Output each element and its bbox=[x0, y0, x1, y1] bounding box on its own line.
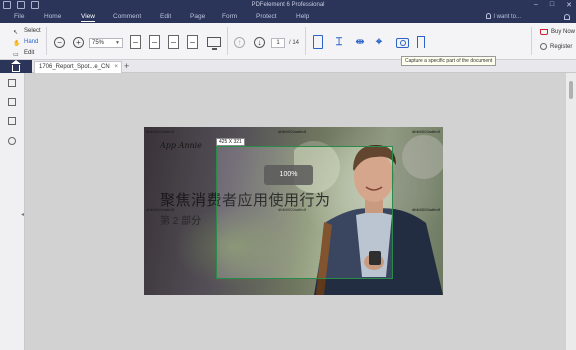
window-controls: – □ ✕ bbox=[534, 1, 572, 9]
select-mode-button[interactable]: ↖ Select bbox=[13, 26, 41, 37]
thumbnails-icon[interactable] bbox=[8, 79, 16, 87]
menu-edit[interactable]: Edit bbox=[160, 13, 171, 20]
page-number-input[interactable]: 1 bbox=[271, 38, 285, 48]
next-page-icon[interactable]: ↓ bbox=[254, 37, 265, 48]
menu-bar: File Home View Comment Edit Page Form Pr… bbox=[0, 12, 576, 23]
capture-dim-left bbox=[144, 127, 216, 295]
edit-mode-button[interactable]: ▭ Edit bbox=[13, 48, 41, 59]
lightbulb-icon bbox=[486, 13, 492, 19]
menu-page[interactable]: Page bbox=[190, 13, 205, 20]
close-icon[interactable]: ✕ bbox=[566, 1, 572, 9]
menu-form[interactable]: Form bbox=[222, 13, 237, 20]
capture-dim-right bbox=[393, 127, 443, 295]
toolbar-separator bbox=[305, 27, 306, 55]
hand-mode-button[interactable]: ✋ Hand bbox=[13, 37, 41, 48]
vertical-scrollbar[interactable] bbox=[566, 73, 576, 350]
snapshot-tooltip: Capture a specific part of the document bbox=[401, 56, 497, 66]
toolbar-separator bbox=[531, 27, 532, 55]
toolbar-separator bbox=[46, 27, 47, 55]
snapshot-camera-icon[interactable] bbox=[396, 38, 409, 48]
buy-now-button[interactable]: Buy Now bbox=[540, 29, 575, 35]
previous-page-icon[interactable]: ↑ bbox=[234, 37, 245, 48]
home-tab[interactable] bbox=[0, 59, 32, 73]
actual-size-icon[interactable] bbox=[130, 35, 141, 49]
menu-comment[interactable]: Comment bbox=[113, 13, 141, 20]
collapse-sidebar-icon[interactable]: ◂ bbox=[21, 211, 24, 218]
toolbar-separator bbox=[227, 27, 228, 55]
bookmarks-icon[interactable] bbox=[8, 98, 16, 106]
close-tab-icon[interactable]: × bbox=[114, 62, 118, 73]
window-title: PDFelement 6 Professional bbox=[251, 2, 325, 8]
cart-icon bbox=[540, 29, 548, 35]
menu-protect[interactable]: Protect bbox=[256, 13, 277, 20]
i-want-to-label: I want to... bbox=[493, 14, 521, 20]
capture-size-label: 425 X 321 bbox=[216, 138, 245, 146]
left-sidebar: ◂ bbox=[0, 73, 25, 350]
notification-icon[interactable] bbox=[564, 14, 570, 20]
mode-group: ↖ Select ✋ Hand ▭ Edit bbox=[13, 26, 41, 59]
fit-page-icon[interactable] bbox=[149, 35, 160, 49]
select-label: Select bbox=[24, 28, 41, 34]
i-want-to-search[interactable]: I want to... bbox=[486, 13, 521, 20]
zoom-value: 75% bbox=[92, 40, 105, 46]
user-icon bbox=[540, 43, 547, 50]
zoom-level-badge: 100% bbox=[264, 165, 313, 185]
page-total: / 14 bbox=[289, 40, 300, 46]
full-screen-icon[interactable] bbox=[207, 37, 221, 50]
maximize-icon[interactable]: □ bbox=[550, 1, 554, 9]
view-toolbar: ↖ Select ✋ Hand ▭ Edit − + 75% ▼ ↑ ↓ 1 / 14 … bbox=[0, 23, 576, 60]
document-tab[interactable]: 1706_Report_Spot...e_CN × bbox=[34, 61, 122, 73]
hand-label: Hand bbox=[24, 39, 39, 45]
menu-home[interactable]: Home bbox=[44, 13, 61, 20]
two-page-icon[interactable]: ⌶ bbox=[333, 36, 345, 48]
bookmark-icon[interactable] bbox=[417, 36, 425, 48]
menu-view[interactable]: View bbox=[81, 13, 95, 22]
edit-label: Edit bbox=[24, 50, 35, 56]
minimize-icon[interactable]: – bbox=[534, 1, 538, 9]
capture-dim-bottom bbox=[216, 279, 393, 295]
zoom-in-icon[interactable]: + bbox=[73, 37, 84, 48]
page-divider-icon[interactable]: ⌖ bbox=[373, 36, 385, 48]
add-tab-icon[interactable]: + bbox=[124, 61, 129, 72]
edit-icon: ▭ bbox=[13, 51, 19, 58]
comments-icon[interactable] bbox=[8, 117, 16, 125]
buy-now-label: Buy Now bbox=[551, 29, 576, 35]
scrollbar-thumb[interactable] bbox=[569, 81, 573, 99]
register-button[interactable]: Register bbox=[540, 43, 572, 50]
fit-visible-icon[interactable] bbox=[187, 35, 198, 49]
hand-icon: ✋ bbox=[13, 40, 21, 47]
fit-width-icon[interactable] bbox=[168, 35, 179, 49]
title-bar: PDFelement 6 Professional – □ ✕ bbox=[0, 0, 576, 12]
document-tab-label: 1706_Report_Spot...e_CN bbox=[39, 64, 110, 70]
single-page-icon[interactable] bbox=[313, 35, 323, 49]
cursor-icon: ↖ bbox=[13, 29, 19, 36]
menu-help[interactable]: Help bbox=[296, 13, 309, 20]
search-icon[interactable] bbox=[8, 137, 16, 145]
zoom-out-icon[interactable]: − bbox=[54, 37, 65, 48]
home-icon bbox=[11, 59, 21, 72]
register-label: Register bbox=[550, 43, 573, 50]
chevron-down-icon: ▼ bbox=[115, 40, 120, 46]
split-view-icon[interactable]: ⇹ bbox=[354, 36, 366, 48]
menu-file[interactable]: File bbox=[14, 13, 24, 20]
zoom-select[interactable]: 75% ▼ bbox=[89, 38, 123, 48]
